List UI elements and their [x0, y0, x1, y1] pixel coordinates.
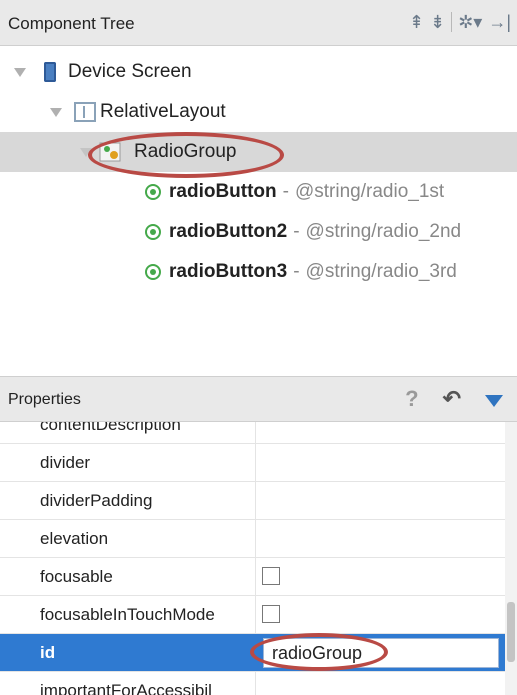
property-row[interactable]: dividerPadding: [0, 482, 505, 520]
component-tree-title: Component Tree: [8, 14, 135, 33]
undo-icon[interactable]: ↶: [443, 386, 461, 412]
property-value[interactable]: [255, 558, 505, 596]
focusable-in-touch-mode-checkbox[interactable]: [262, 605, 280, 623]
property-name: contentDescription: [40, 422, 181, 434]
toolbar-divider: [451, 12, 453, 32]
property-row[interactable]: importantForAccessibil: [0, 672, 505, 695]
component-tree-header: Component Tree ⇞ ⇟ ✲▾ →|: [0, 0, 517, 46]
properties-table: contentDescription divider dividerPaddin…: [0, 422, 517, 695]
tree-node-label: radioButton3: [169, 261, 288, 282]
component-tree-toolbar: ⇞ ⇟ ✲▾ →|: [409, 8, 511, 36]
property-value[interactable]: radioGroup: [255, 634, 505, 672]
properties-scrollbar[interactable]: [505, 422, 517, 695]
property-value[interactable]: [255, 596, 505, 634]
property-name: id: [40, 643, 56, 662]
properties-title: Properties: [8, 391, 81, 408]
radio-button-icon: [145, 264, 161, 280]
property-row-id[interactable]: id radioGroup: [0, 634, 505, 672]
phone-icon: [44, 62, 56, 82]
tree-node-label: radioButton2: [169, 221, 288, 242]
tree-node-label: Device Screen: [68, 61, 192, 82]
focusable-checkbox[interactable]: [262, 567, 280, 585]
property-name: divider: [40, 453, 91, 472]
tree-node-radio-button3[interactable]: radioButton3 - @string/radio_3rd: [0, 252, 517, 292]
tree-node-radio-button[interactable]: radioButton - @string/radio_1st: [0, 172, 517, 212]
property-value[interactable]: [255, 444, 505, 482]
component-tree: Device Screen RelativeLayout RadioGroup …: [0, 46, 517, 376]
tree-node-label: RelativeLayout: [100, 101, 226, 122]
property-value[interactable]: [255, 520, 505, 558]
tree-node-radio-group[interactable]: RadioGroup: [0, 132, 517, 172]
property-row[interactable]: divider: [0, 444, 505, 482]
collapse-all-icon[interactable]: ⇟: [430, 12, 445, 33]
properties-header: Properties ? ↶: [0, 376, 517, 422]
property-name: importantForAccessibil: [40, 681, 212, 695]
properties-toolbar: ? ↶: [405, 386, 503, 412]
tree-node-ref: @string/radio_3rd: [305, 261, 457, 282]
tree-node-relative-layout[interactable]: RelativeLayout: [0, 92, 517, 132]
radio-button-icon: [145, 224, 161, 240]
hide-panel-icon[interactable]: →|: [488, 12, 511, 33]
expand-triangle-icon[interactable]: [80, 147, 92, 157]
property-name: elevation: [40, 529, 109, 548]
property-value[interactable]: [255, 422, 505, 444]
expand-triangle-icon[interactable]: [14, 67, 26, 77]
property-name: dividerPadding: [40, 491, 153, 510]
expand-all-icon[interactable]: ⇞: [409, 12, 424, 33]
tree-node-ref: @string/radio_1st: [294, 181, 445, 202]
property-row[interactable]: elevation: [0, 520, 505, 558]
tree-node-label: radioButton: [169, 181, 277, 202]
property-row[interactable]: focusableInTouchMode: [0, 596, 505, 634]
property-name: focusable: [40, 567, 113, 586]
tree-node-separator: -: [282, 181, 289, 202]
filter-icon[interactable]: [485, 395, 503, 407]
radio-group-icon: [98, 140, 124, 164]
property-name: focusableInTouchMode: [40, 605, 215, 624]
relative-layout-icon: [74, 102, 96, 122]
radio-button-icon: [145, 184, 161, 200]
tree-node-label: RadioGroup: [134, 141, 237, 162]
tree-node-separator: -: [293, 261, 300, 282]
scrollbar-thumb[interactable]: [507, 602, 515, 662]
help-icon[interactable]: ?: [405, 386, 418, 412]
property-row[interactable]: focusable: [0, 558, 505, 596]
property-value[interactable]: [255, 482, 505, 520]
id-input[interactable]: radioGroup: [263, 638, 499, 668]
tree-node-separator: -: [293, 221, 300, 242]
tree-node-device-screen[interactable]: Device Screen: [0, 52, 517, 92]
property-value[interactable]: [255, 672, 505, 695]
tree-node-radio-button2[interactable]: radioButton2 - @string/radio_2nd: [0, 212, 517, 252]
property-row[interactable]: contentDescription: [0, 422, 505, 444]
settings-icon[interactable]: ✲▾: [458, 12, 482, 33]
tree-node-ref: @string/radio_2nd: [305, 221, 462, 242]
expand-triangle-icon[interactable]: [50, 107, 62, 117]
